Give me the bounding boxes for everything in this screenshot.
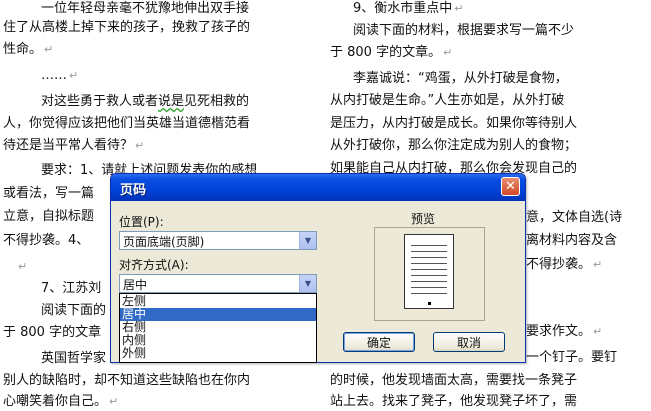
doc-line: 是压力，从内打破是成长。如果你等待别人 (330, 116, 578, 131)
doc-line: 或看法，写一篇 (3, 186, 95, 201)
cancel-button[interactable]: 取消 (433, 332, 505, 352)
doc-line: 于 800 字的文章。 ↵ (330, 45, 453, 60)
ok-button[interactable]: 确定 (343, 332, 415, 352)
alignment-dropdown-list: 左侧 居中 右侧 内侧 外侧 (119, 293, 317, 363)
alignment-label: 对齐方式(A): (119, 258, 189, 272)
dialog-titlebar[interactable]: 页码 ✕ (111, 174, 525, 201)
doc-line: 于 800 字的文章 (3, 325, 102, 340)
doc-line: 从内打破是生命。”人生亦如是，从外打破 (330, 93, 565, 108)
alignment-option-inside[interactable]: 内侧 (120, 334, 316, 347)
page-number-dialog: 页码 ✕ 位置(P): 页面底端(页脚) ▼ 对齐方式(A): 居中 ▼ 左侧 … (110, 173, 526, 363)
dialog-title: 页码 (120, 182, 147, 197)
position-select[interactable]: 页面底端(页脚) ▼ (119, 231, 317, 250)
grammar-flag: 说是 (158, 94, 185, 109)
position-select-value: 页面底端(页脚) (123, 235, 205, 249)
page-preview-icon (404, 234, 454, 309)
doc-line-fragment: 不得抄袭。 ↵ (526, 257, 603, 272)
doc-line: 7、江苏刘 (28, 281, 102, 296)
close-icon[interactable]: ✕ (501, 177, 520, 196)
preview-box (374, 227, 485, 321)
doc-line: 一位年轻母亲毫不犹豫地伸出双手接 (28, 1, 250, 16)
chevron-down-icon[interactable]: ▼ (299, 232, 316, 249)
alignment-option-left[interactable]: 左侧 (120, 295, 316, 308)
page-number-marker (428, 302, 431, 305)
preview-label: 预览 (411, 212, 436, 226)
doc-line: 别人的缺陷时，却不知道这些缺陷也在你内 (3, 373, 251, 388)
doc-line: 9、衡水市重点中 ↵ (340, 1, 464, 16)
doc-line: …… ↵ (28, 68, 79, 83)
doc-line: 的时候，他发现墙面太高，需要找一条凳子 (330, 373, 578, 388)
doc-line-fragment: 意，文体自选(诗 (526, 210, 623, 225)
doc-line: 待还是当平常人看待？ ↵ (3, 138, 145, 153)
doc-line: 英国哲学家 (28, 351, 107, 366)
doc-line: 住了从高楼上掉下来的孩子，挽救了孩子的 (3, 20, 251, 35)
alignment-option-center[interactable]: 居中 (120, 308, 316, 321)
alignment-option-outside[interactable]: 外侧 (120, 347, 316, 360)
doc-line: 立意，自拟标题 (3, 209, 95, 224)
doc-line-fragment: 离材料内容及含 (526, 233, 618, 248)
position-label: 位置(P): (119, 215, 164, 229)
doc-line: 心嘲笑着你自己。 ↵ (3, 394, 119, 409)
alignment-select-value: 居中 (123, 278, 148, 292)
doc-line: 李嘉诚说：“鸡蛋，从外打破是食物， (340, 71, 568, 86)
doc-line: 阅读下面的材料，根据要求写一篇不少 (340, 23, 575, 38)
doc-line: 对这些勇于救人或者说是见死相救的 (28, 94, 250, 109)
doc-line: 人，你觉得应该把他们当英雄当道德楷范看 (3, 116, 251, 131)
doc-line: 站上去。找来了凳子，他发现凳子坏了，需 (330, 394, 578, 409)
doc-line: 不得抄袭。4、 (3, 233, 90, 248)
alignment-select[interactable]: 居中 ▼ (119, 274, 317, 293)
doc-line: ↵ (18, 260, 28, 273)
doc-line: 性命。 ↵ (3, 42, 54, 57)
alignment-option-right[interactable]: 右侧 (120, 321, 316, 334)
chevron-down-icon[interactable]: ▼ (299, 275, 316, 292)
doc-line: 阅读下面的 (28, 303, 107, 318)
doc-line: 从外打破你，那么你注定成为别人的食物； (330, 138, 578, 153)
doc-line-fragment: 要求作文。 ↵ (526, 324, 603, 339)
doc-line-fragment: 一个钉子。要钉 (526, 350, 618, 365)
